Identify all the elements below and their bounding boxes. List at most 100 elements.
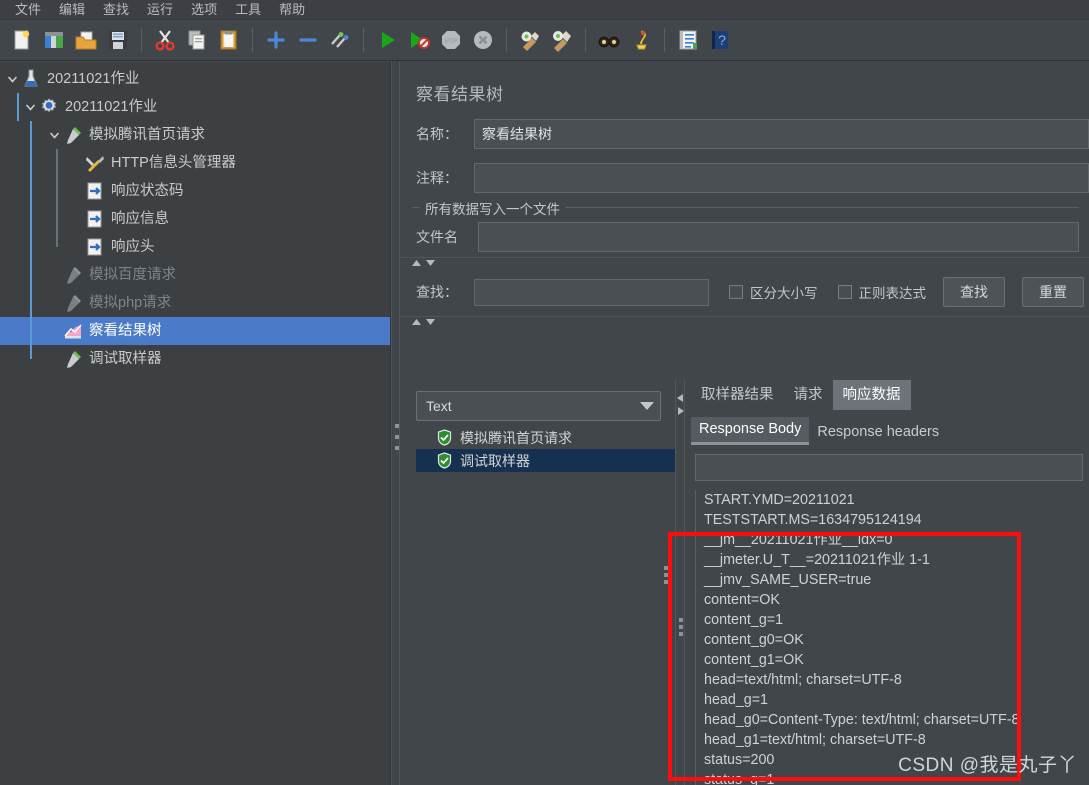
new-icon[interactable] <box>7 25 37 55</box>
chevron-down-icon[interactable] <box>46 121 62 149</box>
save-icon[interactable] <box>103 25 133 55</box>
tree-node-response-header-extractor[interactable]: 响应头 <box>0 233 390 261</box>
function-helper-icon[interactable] <box>673 25 703 55</box>
splitter-grip-icon[interactable] <box>679 618 683 636</box>
test-plan-tree-panel[interactable]: 20211021作业 20211021作业 模拟腾讯首页请求 HTTP信息头管理… <box>0 62 391 785</box>
tree-node-test-plan[interactable]: 20211021作业 <box>0 65 390 93</box>
toolbar-separator <box>585 28 586 52</box>
success-shield-icon <box>436 429 453 446</box>
toggle-icon[interactable] <box>325 25 355 55</box>
comment-row: 注释： <box>400 163 1089 193</box>
splitter-arrows[interactable] <box>677 394 684 415</box>
regex-checkbox-wrap[interactable]: 正则表达式 <box>837 282 927 302</box>
splitter-grip-icon[interactable] <box>395 424 399 450</box>
menu-item-run[interactable]: 运行 <box>138 0 182 20</box>
triangle-up-icon <box>412 319 421 325</box>
response-subtabs[interactable]: Response Body Response headers <box>685 415 1089 445</box>
toolbar-separator <box>506 28 507 52</box>
tree-node-label: 20211021作业 <box>47 71 140 87</box>
response-body-search-input[interactable] <box>695 454 1083 481</box>
post-processor-icon <box>84 236 106 258</box>
search-icon[interactable] <box>594 25 624 55</box>
regex-label: 正则表达式 <box>858 286 927 301</box>
open-icon[interactable] <box>71 25 101 55</box>
tree-node-thread-group[interactable]: 20211021作业 <box>0 93 390 121</box>
tree-node-view-results-tree[interactable]: 察看结果树 <box>0 317 390 345</box>
subtab-response-headers[interactable]: Response headers <box>809 420 947 445</box>
copy-icon[interactable] <box>182 25 212 55</box>
find-button[interactable]: 查找 <box>943 277 1005 307</box>
tree-node-status-code-extractor[interactable]: 响应状态码 <box>0 177 390 205</box>
subtab-response-body[interactable]: Response Body <box>691 417 810 445</box>
tree-node-sampler-tencent[interactable]: 模拟腾讯首页请求 <box>0 121 390 149</box>
help-icon[interactable]: ? <box>705 25 735 55</box>
results-list[interactable]: 模拟腾讯首页请求 调试取样器 <box>416 426 675 472</box>
inner-splitter-grip-icon[interactable] <box>664 566 668 584</box>
toolbar-separator <box>363 28 364 52</box>
name-label: 名称： <box>416 126 458 142</box>
results-splitter[interactable] <box>675 380 685 785</box>
tree-node-response-message-extractor[interactable]: 响应信息 <box>0 205 390 233</box>
sampler-icon <box>62 124 84 146</box>
filename-input[interactable] <box>478 222 1079 252</box>
onetouch-expand-top[interactable] <box>400 257 1089 268</box>
chevron-down-icon[interactable] <box>4 65 20 93</box>
list-item[interactable]: 调试取样器 <box>416 449 675 472</box>
onetouch-expand-bottom[interactable] <box>400 316 1089 327</box>
regex-checkbox[interactable] <box>837 285 852 299</box>
clear-icon[interactable] <box>515 25 545 55</box>
results-area: Text 模拟腾讯首页请求 调试取样器 取样器结果 请求 响应数据 Respon… <box>400 380 1089 785</box>
shutdown-icon[interactable] <box>468 25 498 55</box>
reset-search-icon[interactable] <box>626 25 656 55</box>
tab-response-data[interactable]: 响应数据 <box>832 380 911 410</box>
jmeter-window: 文件 编辑 查找 运行 选项 工具 帮助 STOP ? 20211021作业 2… <box>0 0 1089 785</box>
templates-icon[interactable] <box>39 25 69 55</box>
name-input[interactable] <box>474 119 1089 149</box>
cut-icon[interactable] <box>150 25 180 55</box>
reset-button[interactable]: 重置 <box>1022 277 1084 307</box>
case-sensitive-checkbox[interactable] <box>729 285 743 299</box>
case-sensitive-checkbox-wrap[interactable]: 区分大小写 <box>729 282 818 302</box>
triangle-up-icon <box>412 260 421 266</box>
tree-node-sampler-baidu[interactable]: 模拟百度请求 <box>0 261 390 289</box>
tree-node-label: 20211021作业 <box>65 99 158 115</box>
chevron-down-icon <box>640 402 654 410</box>
start-icon[interactable] <box>372 25 402 55</box>
menu-item-help[interactable]: 帮助 <box>270 0 314 20</box>
expand-icon[interactable] <box>261 25 291 55</box>
main-split: 20211021作业 20211021作业 模拟腾讯首页请求 HTTP信息头管理… <box>0 62 1089 785</box>
renderer-dropdown[interactable]: Text <box>416 391 661 421</box>
triangle-left-icon <box>677 394 683 402</box>
menu-item-file[interactable]: 文件 <box>6 0 50 20</box>
tree-node-debug-sampler[interactable]: 调试取样器 <box>0 345 390 373</box>
triangle-down-icon <box>426 319 435 325</box>
paste-icon[interactable] <box>214 25 244 55</box>
menu-item-options[interactable]: 选项 <box>182 0 226 20</box>
comment-label: 注释： <box>416 170 458 186</box>
case-sensitive-label: 区分大小写 <box>750 286 818 301</box>
menu-bar: 文件 编辑 查找 运行 选项 工具 帮助 <box>0 0 1089 20</box>
start-no-pause-icon[interactable] <box>404 25 434 55</box>
tab-sampler-result[interactable]: 取样器结果 <box>691 380 784 410</box>
result-tabs[interactable]: 取样器结果 请求 响应数据 <box>685 380 1089 410</box>
sampler-disabled-icon <box>62 292 84 314</box>
menu-item-tools[interactable]: 工具 <box>226 0 270 20</box>
filename-label: 文件名 <box>416 229 458 245</box>
clear-all-icon[interactable] <box>547 25 577 55</box>
tree-node-label: 模拟腾讯首页请求 <box>89 127 205 143</box>
comment-input[interactable] <box>474 163 1089 193</box>
test-plan-tree[interactable]: 20211021作业 20211021作业 模拟腾讯首页请求 HTTP信息头管理… <box>0 62 390 373</box>
list-item[interactable]: 模拟腾讯首页请求 <box>416 426 675 449</box>
tab-request[interactable]: 请求 <box>784 380 833 410</box>
collapse-icon[interactable] <box>293 25 323 55</box>
stop-icon[interactable]: STOP <box>436 25 466 55</box>
list-item-label: 调试取样器 <box>460 452 530 469</box>
search-input[interactable] <box>474 278 709 306</box>
tree-node-sampler-php[interactable]: 模拟php请求 <box>0 289 390 317</box>
menu-item-search[interactable]: 查找 <box>94 0 138 20</box>
menu-item-edit[interactable]: 编辑 <box>50 0 94 20</box>
tree-node-label: 响应头 <box>111 239 155 255</box>
tree-node-header-manager[interactable]: HTTP信息头管理器 <box>0 149 390 177</box>
chevron-down-icon[interactable] <box>22 93 38 121</box>
main-splitter[interactable] <box>391 62 400 785</box>
